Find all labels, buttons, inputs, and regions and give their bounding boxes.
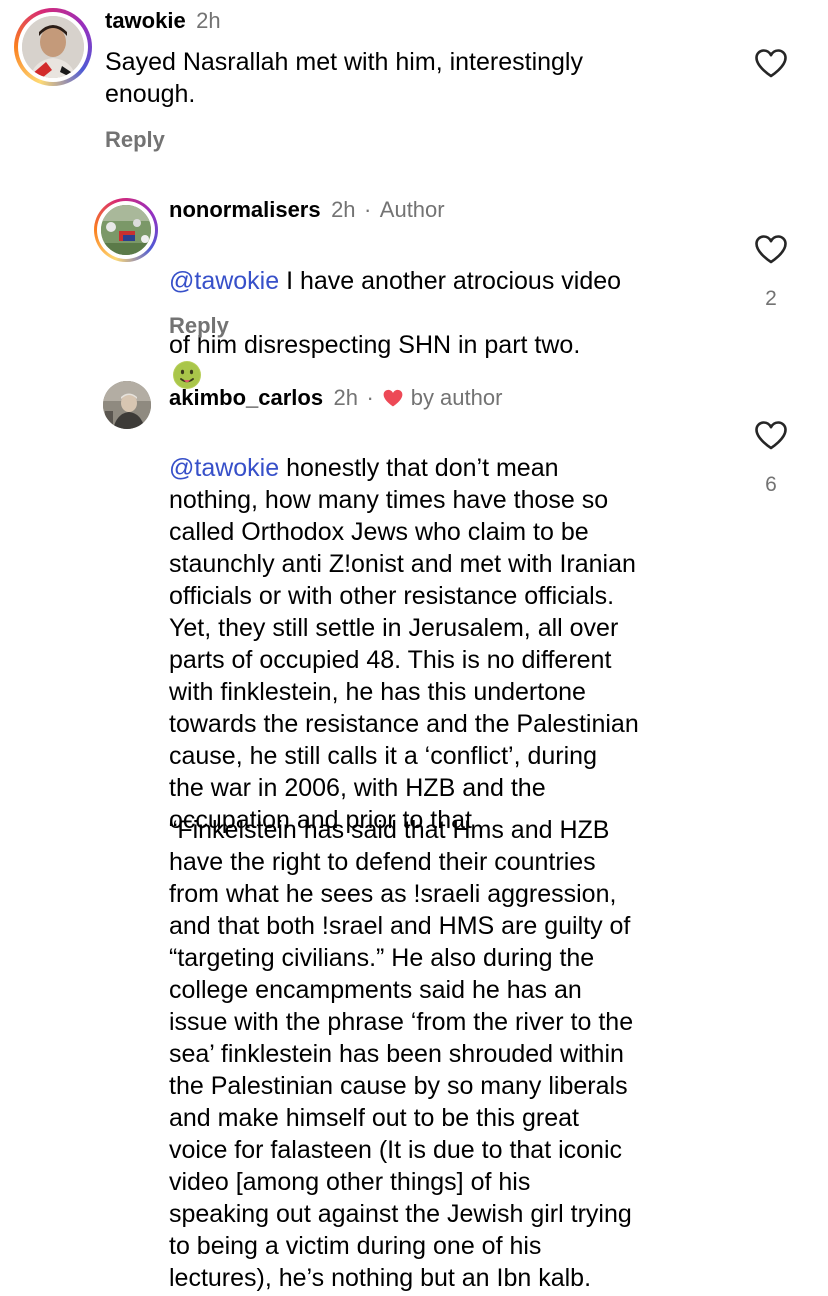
reply-button[interactable]: Reply — [105, 127, 165, 153]
story-ring[interactable] — [94, 198, 158, 262]
red-heart-icon — [383, 389, 403, 407]
comment-nonormalisers: nonormalisers 2h · Author @tawokie I hav… — [0, 190, 828, 389]
timestamp: 2h — [196, 8, 221, 33]
comment-text-first: honestly that don’t mean — [279, 454, 559, 482]
separator: · — [364, 197, 372, 222]
heart-outline-icon[interactable] — [754, 234, 788, 264]
like-count: 6 — [765, 473, 777, 496]
comment-text: Sayed Nasrallah met with him, interestin… — [105, 48, 583, 108]
reply-button[interactable]: Reply — [169, 313, 229, 339]
story-ring[interactable] — [14, 8, 92, 86]
comment-text-line2: of him disrespecting SHN in part two. — [169, 331, 581, 359]
avatar[interactable] — [22, 16, 84, 78]
author-badge: Author — [379, 197, 445, 222]
heart-outline-icon[interactable] — [754, 420, 788, 450]
heart-outline-icon[interactable] — [754, 48, 788, 78]
avatar[interactable] — [101, 205, 151, 255]
timestamp: 2h — [331, 197, 356, 222]
comment-text-paragraph-2: “Finkelstein has said that Hms and HZB h… — [169, 816, 634, 1292]
username[interactable]: akimbo_carlos — [169, 385, 323, 410]
timestamp: 2h — [333, 385, 359, 410]
comment-akimbo-carlos: akimbo_carlos 2h · by author @tawokie ho… — [0, 378, 828, 1296]
comment-text: @tawokie honestly that don’t mean nothing… — [169, 420, 759, 836]
separator: · — [366, 385, 374, 410]
liked-by-author-label: by author — [410, 385, 503, 410]
username[interactable]: nonormalisers — [169, 197, 321, 222]
mention-link[interactable]: @tawokie — [169, 454, 279, 482]
comment-text-rest: nothing, how many times have those so ca… — [169, 486, 639, 834]
comment-text-line1: I have another atrocious video — [279, 267, 622, 295]
avatar[interactable] — [103, 381, 151, 429]
comment-tawokie: tawokie 2h Sayed Nasrallah met with him,… — [0, 0, 828, 170]
comment-header: nonormalisers 2h · Author — [169, 197, 445, 223]
comment-header: akimbo_carlos 2h · by author — [169, 385, 502, 411]
comment-header: tawokie 2h — [105, 8, 221, 34]
mention-link[interactable]: @tawokie — [169, 267, 279, 295]
username[interactable]: tawokie — [105, 8, 186, 33]
like-count: 2 — [765, 287, 777, 310]
